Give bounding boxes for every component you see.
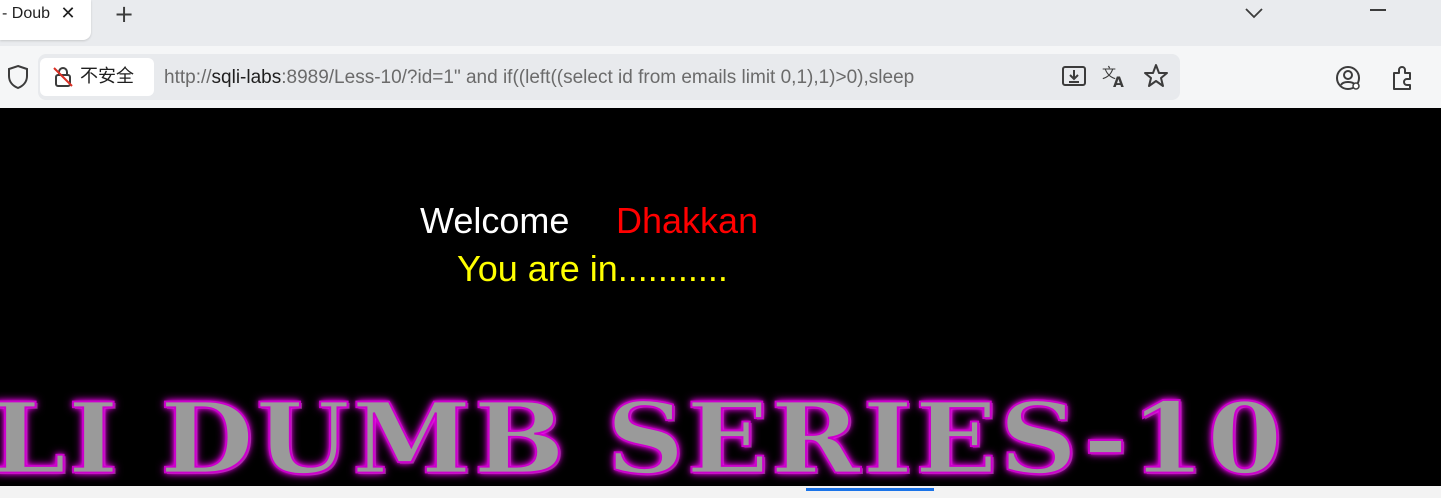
- star-icon[interactable]: [1142, 62, 1170, 90]
- security-chip[interactable]: 不安全: [40, 58, 154, 96]
- bottom-bar: [0, 486, 1441, 498]
- translate-icon[interactable]: 文 A: [1100, 62, 1128, 90]
- minimize-icon[interactable]: [1370, 9, 1386, 11]
- status-message: You are in...........: [457, 248, 728, 289]
- url-scheme: http://: [164, 67, 212, 88]
- url-text[interactable]: http://sqli-labs:8989/Less-10/?id=1" and…: [164, 66, 1048, 90]
- extensions-icon[interactable]: [1388, 64, 1416, 92]
- welcome-text: Welcome: [420, 200, 570, 241]
- user-name-text: Dhakkan: [616, 200, 759, 241]
- url-fade: [998, 62, 1048, 92]
- not-secure-lock-icon: [53, 67, 73, 87]
- profile-icon[interactable]: [1334, 64, 1362, 92]
- download-icon[interactable]: [1060, 62, 1088, 90]
- tab-title: - Doub: [2, 5, 51, 22]
- tab-search-chevron-icon[interactable]: [1243, 2, 1265, 24]
- bottom-accent: [806, 488, 934, 491]
- url-path: :8989/Less-10/?id=1" and if((left((selec…: [281, 67, 915, 88]
- address-bar[interactable]: 不安全 http://sqli-labs:8989/Less-10/?id=1"…: [38, 54, 1180, 100]
- svg-text:A: A: [1113, 75, 1124, 90]
- active-tab[interactable]: - Doub ✕: [0, 0, 91, 40]
- browser-toolbar: 不安全 http://sqli-labs:8989/Less-10/?id=1"…: [0, 46, 1441, 108]
- security-label: 不安全: [80, 66, 134, 87]
- page-content: Welcome Dhakkan You are in........... LI…: [0, 108, 1441, 486]
- url-host: sqli-labs: [211, 67, 282, 88]
- shield-icon[interactable]: [6, 64, 30, 90]
- tab-close-icon[interactable]: ✕: [58, 3, 78, 25]
- tab-strip: - Doub ✕ +: [0, 0, 1441, 46]
- series-banner-image: LI DUMB SERIES-10: [0, 382, 1285, 487]
- new-tab-icon[interactable]: +: [112, 2, 136, 26]
